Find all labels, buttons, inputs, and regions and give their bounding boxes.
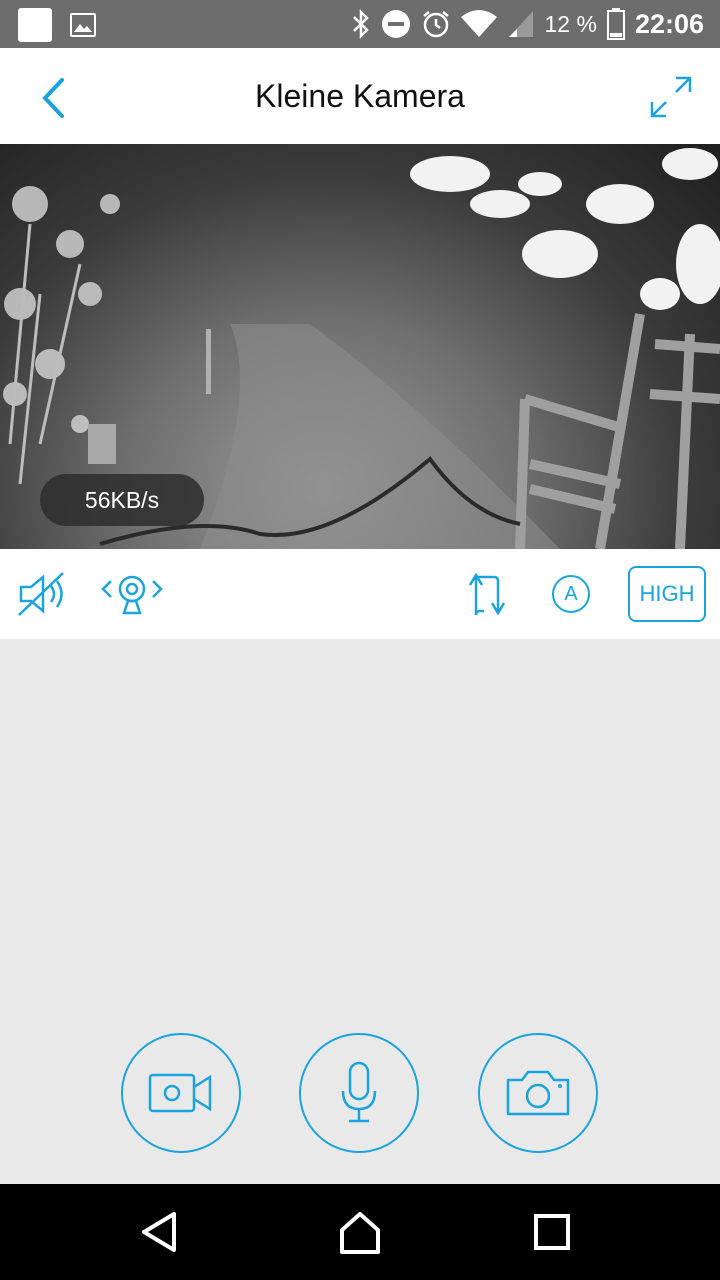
status-bar: 12 % 22:06	[0, 0, 720, 48]
camera-rotate-icon	[101, 575, 163, 615]
image-icon	[70, 13, 96, 37]
photo-camera-icon	[506, 1070, 570, 1116]
battery-icon	[606, 8, 625, 40]
nav-home-icon[interactable]	[336, 1208, 384, 1256]
microphone-icon	[341, 1061, 377, 1123]
record-button[interactable]	[121, 1033, 241, 1153]
speaker-muted-icon	[18, 572, 64, 616]
fullscreen-button[interactable]	[646, 72, 696, 122]
app-header: Kleine Kamera	[0, 48, 720, 144]
notification-square-icon	[18, 8, 52, 42]
signal-icon	[508, 11, 533, 37]
wifi-icon	[460, 10, 497, 37]
video-camera-icon	[148, 1073, 212, 1113]
nav-recent-apps-icon[interactable]	[528, 1208, 576, 1256]
bitrate-badge: 56KB/s	[40, 474, 204, 526]
snapshot-button[interactable]	[478, 1033, 598, 1153]
control-bar: A HIGH	[0, 549, 720, 639]
mute-button[interactable]	[12, 565, 72, 623]
flip-arrows-icon	[468, 572, 506, 616]
bluetooth-icon	[352, 9, 369, 39]
auto-mode-button[interactable]: A	[546, 565, 596, 623]
fullscreen-expand-icon	[650, 76, 692, 118]
nav-back-icon[interactable]	[136, 1208, 184, 1256]
do-not-disturb-icon	[381, 10, 410, 38]
page-title: Kleine Kamera	[255, 78, 465, 114]
battery-percent: 12 %	[544, 10, 597, 37]
alarm-icon	[422, 11, 449, 38]
clock: 22:06	[634, 8, 704, 39]
auto-mode-label: A	[564, 582, 578, 605]
quality-button[interactable]: HIGH	[628, 566, 706, 622]
talk-button[interactable]	[299, 1033, 419, 1153]
system-navigation-bar	[0, 1184, 720, 1280]
camera-video-stream[interactable]: 56KB/s	[0, 144, 720, 549]
flip-image-button[interactable]	[458, 565, 514, 623]
ptz-rotate-button[interactable]	[96, 565, 168, 623]
